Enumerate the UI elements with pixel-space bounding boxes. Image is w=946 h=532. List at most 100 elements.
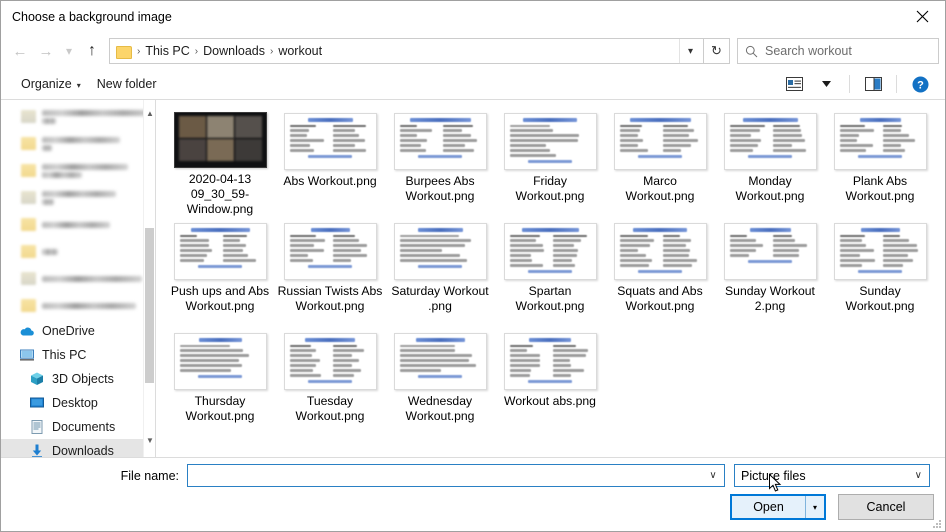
redacted-label: [42, 222, 110, 228]
file-type-filter-dropdown[interactable]: Picture files ∨: [734, 464, 930, 487]
refresh-icon[interactable]: ↻: [704, 38, 730, 64]
cancel-button[interactable]: Cancel: [838, 494, 934, 520]
file-tile[interactable]: Wednesday Workout.png: [385, 326, 495, 436]
file-tile[interactable]: Friday Workout.png: [495, 106, 605, 216]
recent-locations-chevron-down-icon[interactable]: ▾: [59, 36, 79, 66]
file-list-view[interactable]: 2020-04-13 09_30_59-Window.pngAbs Workou…: [156, 100, 945, 457]
file-tile[interactable]: Thursday Workout.png: [165, 326, 275, 436]
mouse-cursor: [769, 474, 782, 496]
file-tile[interactable]: Tuesday Workout.png: [275, 326, 385, 436]
sidebar-item-this-pc[interactable]: This PC: [1, 343, 143, 367]
sidebar-item-redacted[interactable]: [1, 130, 143, 157]
new-folder-button[interactable]: New folder: [89, 77, 165, 91]
file-name-input[interactable]: ∨: [187, 464, 725, 487]
file-thumbnail: [172, 112, 268, 168]
file-thumbnail: [282, 112, 378, 170]
sidebar-item-redacted[interactable]: [1, 184, 143, 211]
file-name-chevron-down-icon[interactable]: ∨: [704, 470, 722, 481]
file-name-label: Sunday Workout 2.png: [717, 284, 823, 314]
file-tile[interactable]: Workout abs.png: [495, 326, 605, 436]
sidebar-item-redacted[interactable]: [1, 292, 143, 319]
file-name-label: Russian Twists Abs Workout.png: [277, 284, 383, 314]
breadcrumb-separator: ›: [268, 46, 275, 57]
organize-button[interactable]: Organize ▾: [13, 77, 89, 91]
file-thumbnail: [612, 112, 708, 170]
file-tile[interactable]: Spartan Workout.png: [495, 216, 605, 326]
address-bar[interactable]: › This PC › Downloads › workout ▾: [109, 38, 704, 64]
file-thumbnail: [502, 332, 598, 390]
file-open-dialog: Choose a background image ← → ▾ ↑ › This…: [0, 0, 946, 532]
back-icon[interactable]: ←: [7, 36, 33, 66]
file-name-label: Workout abs.png: [497, 394, 603, 409]
file-tile[interactable]: Squats and Abs Workout.png: [605, 216, 715, 326]
search-input[interactable]: Search workout: [737, 38, 939, 64]
close-icon[interactable]: [899, 1, 945, 32]
photo-thumbnail-icon: [174, 112, 267, 168]
sidebar-item-redacted[interactable]: [1, 157, 143, 184]
file-tile[interactable]: 2020-04-13 09_30_59-Window.png: [165, 106, 275, 216]
open-button[interactable]: Open: [732, 496, 805, 518]
preview-pane-icon[interactable]: [858, 72, 888, 96]
breadcrumb-this-pc[interactable]: This PC: [142, 44, 192, 58]
file-tile[interactable]: Sunday Workout 2.png: [715, 216, 825, 326]
sidebar-item-redacted[interactable]: [1, 211, 143, 238]
document-thumbnail-icon: [284, 113, 377, 170]
sidebar-item-redacted[interactable]: [1, 265, 143, 292]
file-tile[interactable]: Sunday Workout.png: [825, 216, 935, 326]
file-tile[interactable]: Push ups and Abs Workout.png: [165, 216, 275, 326]
sidebar-item-redacted[interactable]: [1, 238, 143, 265]
file-thumbnail: [392, 222, 488, 280]
sidebar-item-onedrive[interactable]: OneDrive: [1, 319, 143, 343]
sidebar-item-redacted[interactable]: [1, 103, 143, 130]
sidebar-item-label: Documents: [52, 420, 115, 434]
chevron-down-icon: ▾: [77, 81, 81, 90]
view-options-chevron-down-icon[interactable]: [811, 72, 841, 96]
sidebar-item-label: Desktop: [52, 396, 98, 410]
file-tile[interactable]: Plank Abs Workout.png: [825, 106, 935, 216]
folder-icon: [21, 245, 36, 258]
svg-text:?: ?: [917, 79, 924, 91]
file-tile[interactable]: Russian Twists Abs Workout.png: [275, 216, 385, 326]
breadcrumb-downloads[interactable]: Downloads: [200, 44, 268, 58]
help-icon[interactable]: ?: [905, 72, 935, 96]
redacted-label: [42, 249, 58, 255]
file-name-label: Spartan Workout.png: [497, 284, 603, 314]
address-chevron-down-icon[interactable]: ▾: [679, 39, 701, 63]
sidebar-item-documents[interactable]: Documents: [1, 415, 143, 439]
breadcrumb-separator: ›: [135, 46, 142, 57]
forward-icon[interactable]: →: [33, 36, 59, 66]
open-dropdown-caret-icon[interactable]: ▾: [805, 496, 824, 518]
resize-grip[interactable]: [932, 519, 942, 529]
file-name-label: Tuesday Workout.png: [277, 394, 383, 424]
document-thumbnail-icon: [724, 223, 817, 280]
file-name-label: Plank Abs Workout.png: [827, 174, 933, 204]
open-split-button[interactable]: Open ▾: [730, 494, 826, 520]
redacted-quick-access-list: [1, 103, 143, 319]
up-icon[interactable]: ↑: [79, 36, 105, 66]
sidebar-item-desktop[interactable]: Desktop: [1, 391, 143, 415]
3d-objects-icon: [29, 371, 45, 387]
navigation-pane-scrollbar[interactable]: ▲ ▼: [143, 100, 155, 457]
document-thumbnail-icon: [834, 113, 927, 170]
command-bar: Organize ▾ New folder: [1, 69, 945, 100]
file-tile[interactable]: Saturday Workout .png: [385, 216, 495, 326]
file-tile[interactable]: Marco Workout.png: [605, 106, 715, 216]
dialog-body: OneDriveThis PC3D Objects Desktop Document…: [1, 100, 945, 457]
file-tile[interactable]: Monday Workout.png: [715, 106, 825, 216]
scroll-down-chevron-down-icon[interactable]: ▼: [144, 433, 156, 447]
sidebar-item-downloads[interactable]: Downloads: [1, 439, 143, 457]
file-name-label: Wednesday Workout.png: [387, 394, 493, 424]
file-tile[interactable]: Burpees Abs Workout.png: [385, 106, 495, 216]
scroll-up-chevron-up-icon[interactable]: ▲: [144, 106, 156, 120]
breadcrumb-workout[interactable]: workout: [275, 44, 325, 58]
document-thumbnail-icon: [504, 223, 597, 280]
navigation-pane: OneDriveThis PC3D Objects Desktop Document…: [1, 100, 156, 457]
view-options-icon[interactable]: [779, 72, 809, 96]
scrollbar-thumb[interactable]: [145, 228, 154, 383]
document-thumbnail-icon: [504, 113, 597, 170]
sidebar-item-3d-objects[interactable]: 3D Objects: [1, 367, 143, 391]
search-icon: [745, 45, 758, 58]
file-name-label: Marco Workout.png: [607, 174, 713, 204]
file-tile[interactable]: Abs Workout.png: [275, 106, 385, 216]
file-grid: 2020-04-13 09_30_59-Window.pngAbs Workou…: [157, 100, 945, 436]
